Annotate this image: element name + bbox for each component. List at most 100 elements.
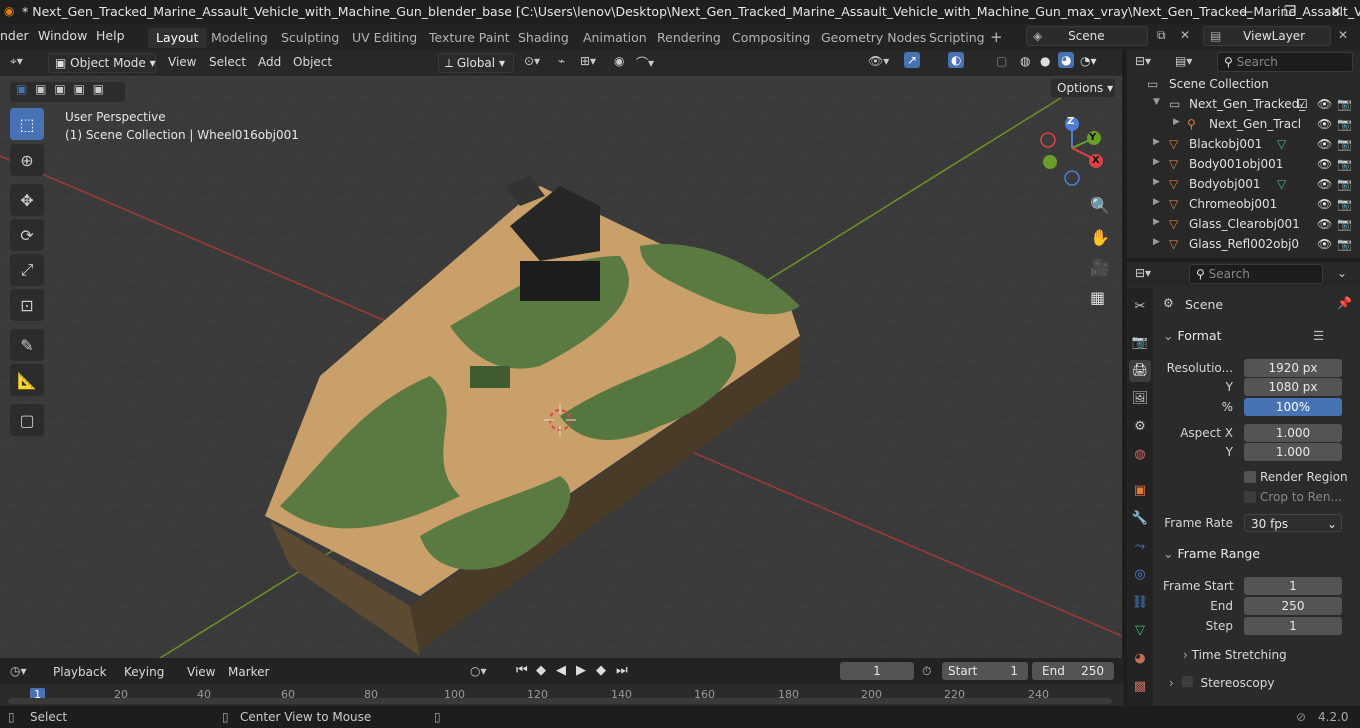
snap-icon[interactable]: ⌁ — [558, 54, 565, 68]
tool-measure[interactable]: 📐 — [10, 364, 44, 396]
menu-add[interactable]: Add — [258, 55, 281, 69]
outliner-row[interactable]: ▶ ▽ Body001obj001 👁 📷 — [1127, 157, 1360, 177]
eye-icon[interactable]: 👁 — [1317, 97, 1332, 111]
3d-viewport[interactable]: Z Y X ▣ ▣ ▣ ▣ ▣ User Perspective (1) Sce… — [0, 76, 1122, 658]
rendered-shading-icon[interactable]: ◔▾ — [1080, 54, 1097, 68]
visibility-icon[interactable]: 👁▾ — [868, 54, 889, 68]
particles-tab-icon[interactable]: ⤳ — [1129, 536, 1151, 558]
outliner-row[interactable]: ▶ ▽ Bodyobj001 ▽ 👁 📷 — [1127, 177, 1360, 197]
play-reverse-icon[interactable]: ◀ — [556, 663, 566, 678]
tool-add-cube[interactable]: ▢ — [10, 404, 44, 436]
pivot-icon[interactable]: ⊙▾ — [524, 54, 540, 68]
camera-icon[interactable]: 📷 — [1337, 197, 1352, 211]
zoom-icon[interactable]: 🔍 — [1090, 196, 1110, 215]
aspect-x-field[interactable]: 1.000 — [1244, 424, 1342, 442]
expand-right-icon[interactable]: ▶ — [1173, 117, 1180, 127]
outliner-search[interactable]: ⚲ Search — [1217, 52, 1353, 72]
crop-checkbox[interactable] — [1244, 491, 1256, 503]
physics-tab-icon[interactable]: ◎ — [1129, 564, 1151, 586]
display-mode-icon[interactable]: ▤▾ — [1175, 54, 1192, 68]
tool-move[interactable]: ✥ — [10, 184, 44, 216]
overlay-toggle-icon[interactable]: ◐ — [948, 52, 965, 68]
frame-rate-dropdown[interactable]: 30 fps ⌄ — [1244, 514, 1342, 532]
pan-hand-icon[interactable]: ✋ — [1090, 228, 1110, 247]
tab-texture-paint[interactable]: Texture Paint — [421, 28, 518, 48]
properties-search[interactable]: ⚲ Search — [1189, 264, 1323, 284]
menu-help[interactable]: Help — [96, 28, 125, 43]
tab-layout[interactable]: Layout — [148, 28, 207, 48]
outliner-row[interactable]: ▶ ▽ Glass_Refl002obj0 👁 📷 — [1127, 237, 1360, 257]
end-frame-field[interactable]: End 250 — [1032, 662, 1114, 680]
checkbox-icon[interactable]: ☑ — [1297, 97, 1308, 111]
maximize-button[interactable]: ❐ — [1280, 2, 1300, 22]
data-tab-icon[interactable]: ▽ — [1129, 620, 1151, 642]
outliner-row[interactable]: ▶ ▽ Blackobj001 ▽ 👁 📷 — [1127, 137, 1360, 157]
texture-tab-icon[interactable]: ▩ — [1129, 676, 1151, 698]
render-tab-icon[interactable]: 📷 — [1129, 332, 1151, 354]
menu-window[interactable]: Window — [38, 28, 87, 43]
expand-right-icon[interactable]: ▶ — [1153, 237, 1160, 247]
select-subtract-icon[interactable]: ▣ — [54, 82, 65, 96]
timeline-type-icon[interactable]: ◷▾ — [10, 664, 27, 678]
prev-keyframe-icon[interactable]: ◆ — [536, 663, 546, 678]
next-keyframe-icon[interactable]: ◆ — [596, 663, 606, 678]
expand-right-icon[interactable]: ▶ — [1153, 177, 1160, 187]
output-tab-icon[interactable]: 🖨 — [1129, 360, 1151, 382]
tab-rendering[interactable]: Rendering — [649, 28, 729, 48]
resolution-x-field[interactable]: 1920 px — [1244, 359, 1342, 377]
camera-view-icon[interactable]: 🎥 — [1090, 258, 1110, 277]
eye-icon[interactable]: 👁 — [1317, 237, 1332, 251]
resolution-percent-field[interactable]: 100% — [1244, 398, 1342, 416]
menu-view[interactable]: View — [168, 55, 196, 69]
mode-selector[interactable]: ▣ Object Mode ▾ — [48, 53, 156, 73]
delete-scene-icon[interactable]: ✕ — [1180, 28, 1190, 42]
snap-target-icon[interactable]: ⊞▾ — [580, 54, 596, 68]
gizmo-x-label[interactable]: X — [1092, 155, 1100, 166]
falloff-icon[interactable]: ⌒▾ — [636, 54, 654, 71]
options-button[interactable]: Options ▾ — [1050, 78, 1116, 98]
stopwatch-icon[interactable]: ⏱ — [922, 664, 931, 679]
menu-keying[interactable]: Keying — [124, 665, 164, 679]
viewlayer-selector[interactable]: ▤ ViewLayer — [1203, 26, 1331, 46]
expand-right-icon[interactable]: ▶ — [1153, 157, 1160, 167]
expand-right-icon[interactable]: ▶ — [1153, 197, 1160, 207]
presets-icon[interactable]: ☰ — [1313, 328, 1324, 343]
render-region-checkbox[interactable] — [1244, 471, 1256, 483]
format-panel-header[interactable]: ⌄ Format ☰ — [1163, 328, 1353, 350]
camera-icon[interactable]: 📷 — [1337, 237, 1352, 251]
aspect-y-field[interactable]: 1.000 — [1244, 443, 1342, 461]
frame-step-field[interactable]: 1 — [1244, 617, 1342, 635]
wireframe-shading-icon[interactable]: ◍ — [1020, 54, 1030, 68]
pin-icon[interactable]: 📌 — [1337, 296, 1352, 310]
close-button[interactable]: ✕ — [1326, 2, 1346, 22]
camera-icon[interactable]: 📷 — [1337, 177, 1352, 191]
camera-icon[interactable]: 📷 — [1337, 137, 1352, 151]
new-scene-icon[interactable]: ⧉ — [1157, 28, 1166, 43]
current-frame-field[interactable]: 1 — [840, 662, 914, 680]
outliner-row[interactable]: ▶ ▽ Glass_Clearobj001 👁 📷 — [1127, 217, 1360, 237]
start-frame-field[interactable]: Start 1 — [942, 662, 1028, 680]
frame-start-field[interactable]: 1 — [1244, 577, 1342, 595]
transform-orientation[interactable]: ⟂ Global ▾ — [438, 53, 514, 73]
add-workspace-icon[interactable]: + — [990, 28, 1003, 46]
object-tab-icon[interactable]: ▣ — [1129, 480, 1151, 502]
world-tab-icon[interactable]: ◍ — [1129, 444, 1151, 466]
tool-tab-icon[interactable]: ✂ — [1129, 296, 1151, 318]
tab-uv-editing[interactable]: UV Editing — [344, 28, 425, 48]
select-new-icon[interactable]: ▣ — [16, 82, 27, 96]
frame-end-field[interactable]: 250 — [1244, 597, 1342, 615]
eye-icon[interactable]: 👁 — [1317, 137, 1332, 151]
remove-viewlayer-icon[interactable]: ✕ — [1338, 28, 1348, 42]
eye-icon[interactable]: 👁 — [1317, 177, 1332, 191]
tool-transform[interactable]: ⊡ — [10, 289, 44, 321]
proportional-edit-icon[interactable]: ◉ — [614, 54, 624, 68]
material-tab-icon[interactable]: ◕ — [1129, 648, 1151, 670]
outliner-row[interactable]: ▶ ⚲ Next_Gen_Tracl 👁 📷 — [1127, 117, 1360, 137]
outliner-type-icon[interactable]: ⊟▾ — [1135, 54, 1151, 68]
outliner-row-root[interactable]: ▭ Scene Collection — [1127, 77, 1360, 97]
menu-select[interactable]: Select — [209, 55, 246, 69]
modifier-tab-icon[interactable]: 🔧 — [1129, 508, 1151, 530]
tool-annotate[interactable]: ✎ — [10, 329, 44, 361]
tab-compositing[interactable]: Compositing — [724, 28, 818, 48]
frame-range-panel-header[interactable]: ⌄ Frame Range — [1163, 546, 1353, 568]
